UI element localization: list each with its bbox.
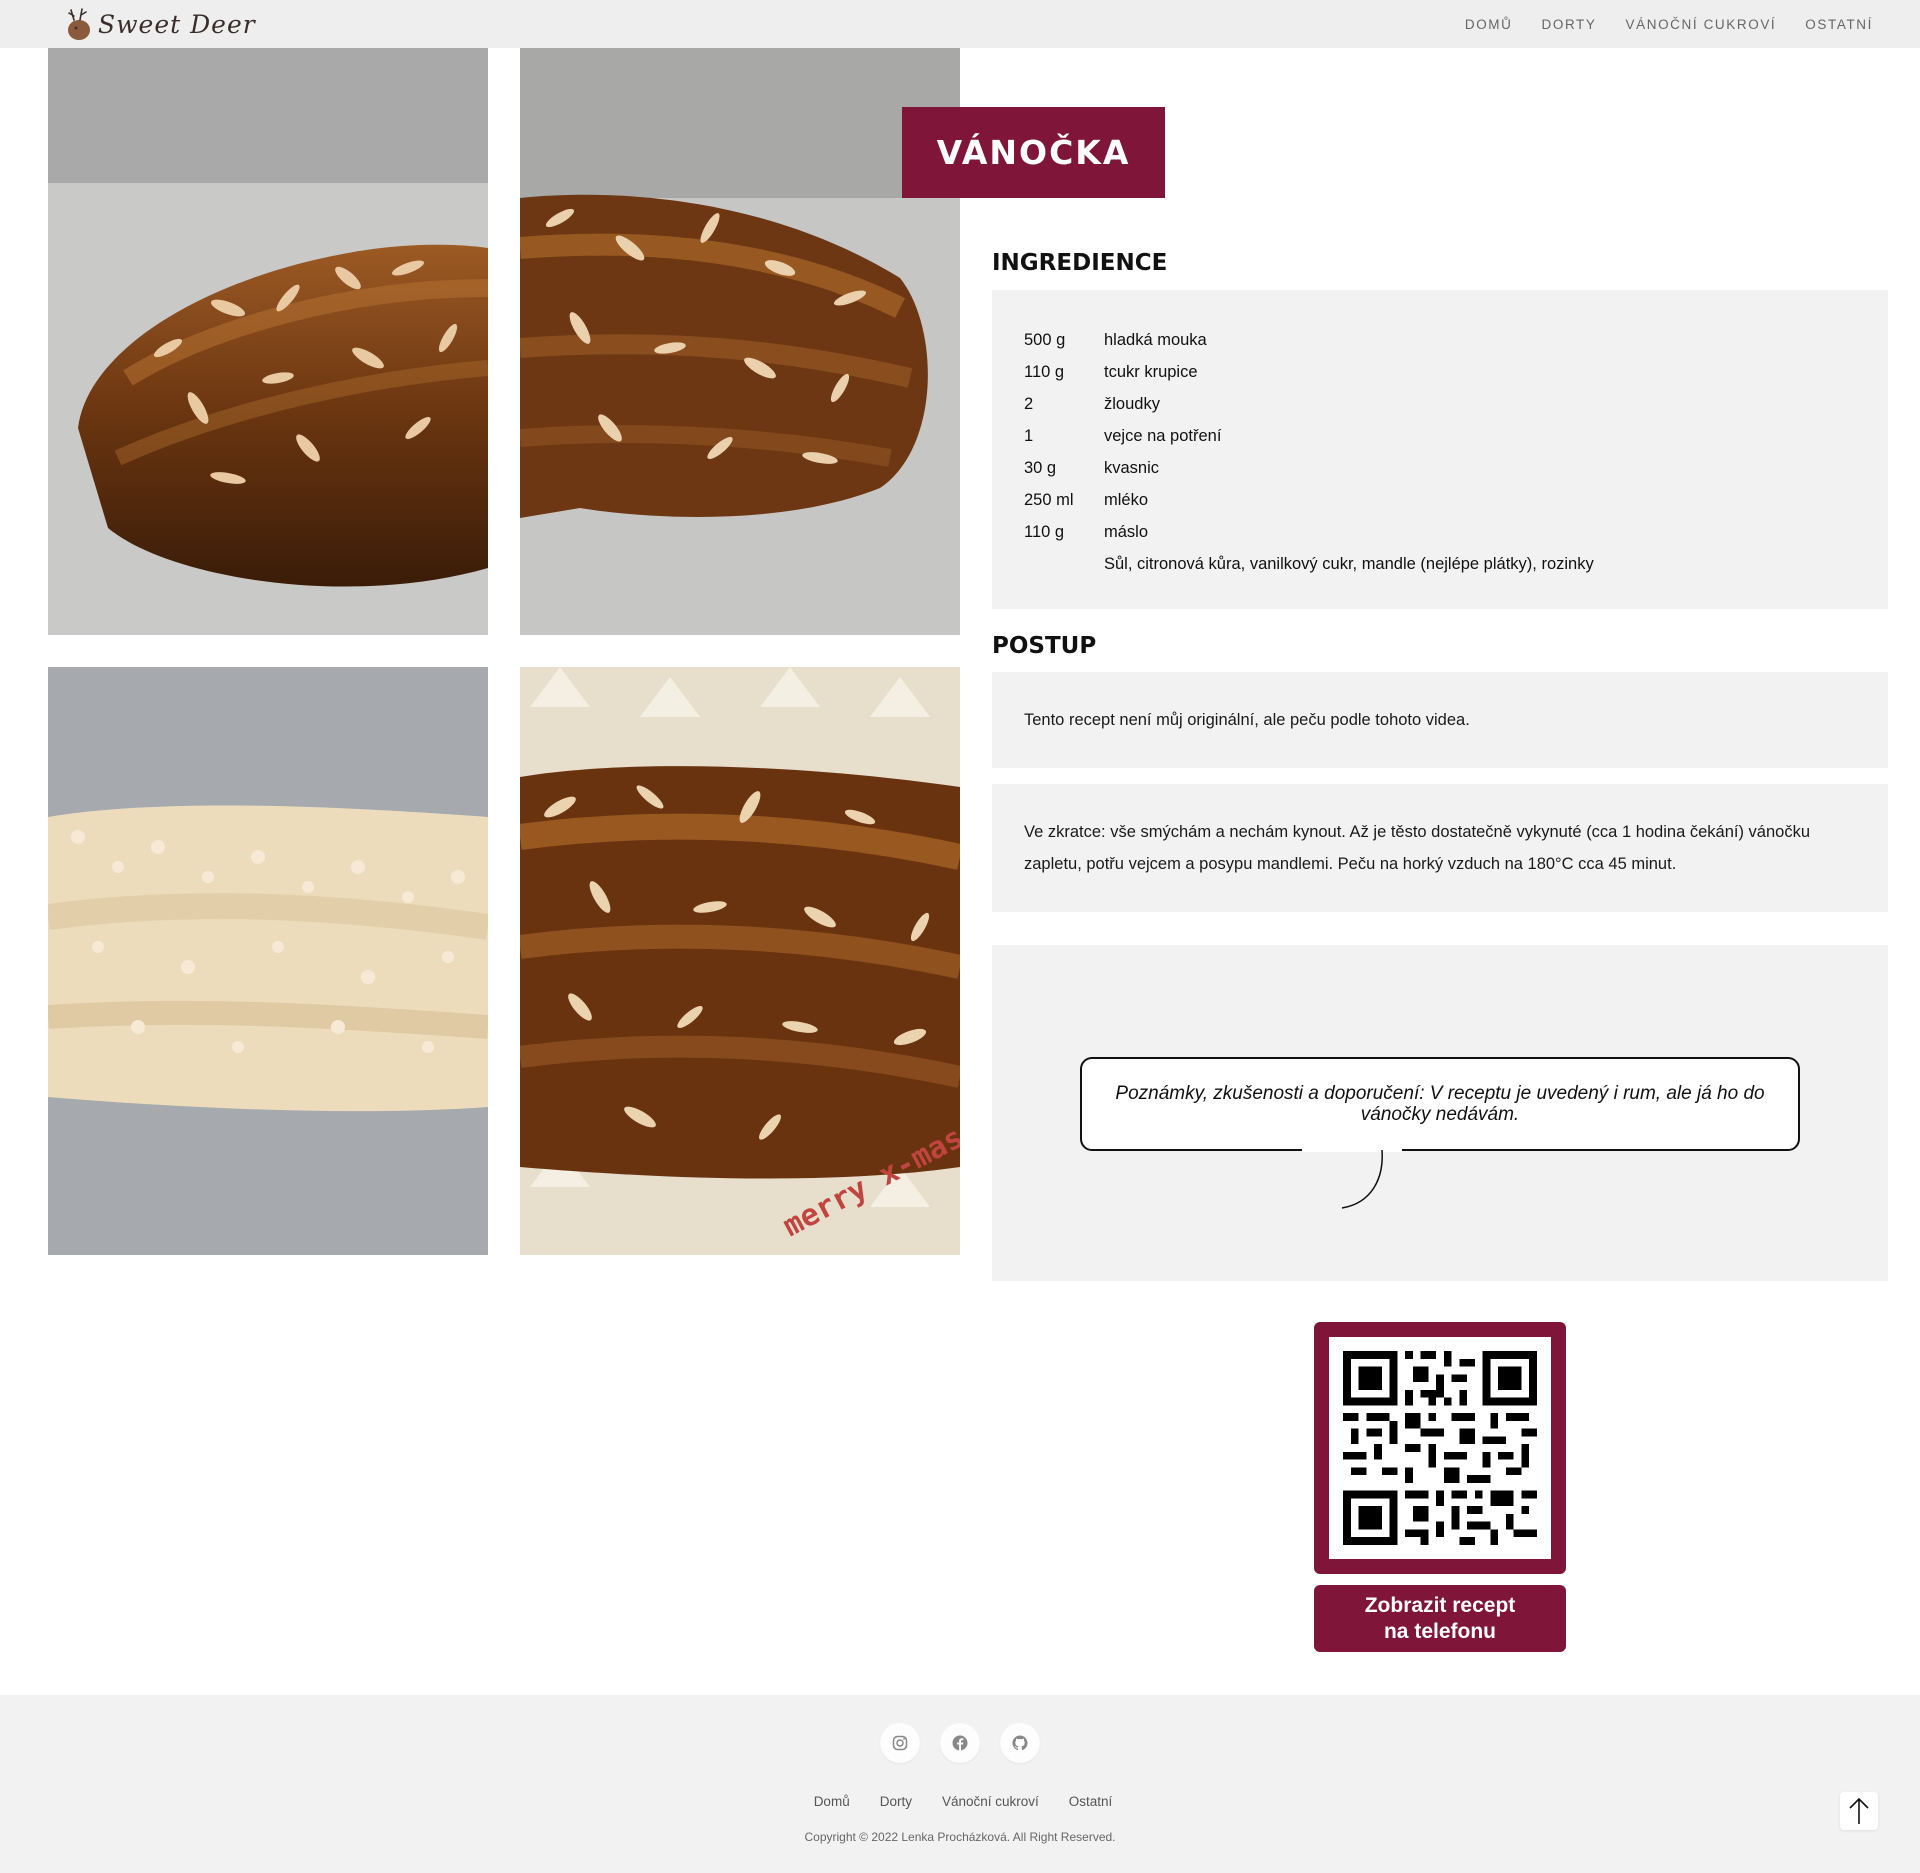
notes-speech-bubble: Poznámky, zkušenosti a doporučení: V rec…	[1080, 1057, 1800, 1151]
social-links	[880, 1723, 1040, 1763]
site-footer: Domů Dorty Vánoční cukroví Ostatní Copyr…	[0, 1695, 1920, 1873]
logo-text: Sweet Deer	[98, 9, 256, 39]
site-logo[interactable]: Sweet Deer	[66, 6, 256, 42]
facebook-icon	[952, 1735, 968, 1751]
procedure-heading: POSTUP	[992, 633, 1097, 659]
ingredient-qty: 30 g	[1024, 458, 1057, 477]
ingredient-qty: 110 g	[1024, 362, 1065, 381]
footer-link-domu[interactable]: Domů	[814, 1794, 850, 1809]
notes-panel: Poznámky, zkušenosti a doporučení: V rec…	[992, 945, 1888, 1281]
copyright-text: Copyright © 2022 Lenka Procházková. All …	[804, 1830, 1116, 1844]
ingredient-name: Sůl, citronová kůra, vanilkový cukr, man…	[1104, 554, 1594, 573]
nav-link-vanocni-cukrovi[interactable]: VÁNOČNÍ CUKROVÍ	[1626, 17, 1777, 32]
recipe-photo-1	[48, 48, 488, 635]
procedure-text: Ve zkratce: vše smýchám a nechám kynout.…	[1024, 823, 1810, 873]
facebook-button[interactable]	[940, 1723, 980, 1763]
ingredient-row: 30 g kvasnic	[1024, 452, 1888, 484]
footer-link-vanocni-cukrovi[interactable]: Vánoční cukroví	[942, 1794, 1039, 1809]
ingredients-heading: INGREDIENCE	[992, 250, 1168, 276]
qr-code	[1329, 1337, 1551, 1559]
github-icon	[1012, 1735, 1028, 1751]
recipe-title: VÁNOČKA	[936, 133, 1131, 172]
nav-link-domu[interactable]: DOMŮ	[1465, 17, 1513, 32]
qr-code-icon	[1343, 1351, 1537, 1545]
ingredient-qty: 1	[1024, 426, 1034, 445]
speech-tail-icon	[1302, 1148, 1402, 1209]
ingredient-row: 110 g máslo	[1024, 516, 1888, 548]
ingredient-row: 110 g tcukr krupice	[1024, 356, 1888, 388]
ingredient-name: kvasnic	[1104, 458, 1160, 477]
recipe-title-badge: VÁNOČKA	[902, 107, 1165, 198]
ingredient-row: 2 žloudky	[1024, 388, 1888, 420]
notes-text: Poznámky, zkušenosti a doporučení: V rec…	[1115, 1083, 1765, 1125]
footer-link-ostatni[interactable]: Ostatní	[1069, 1794, 1113, 1809]
qr-button-label: Zobrazit recept na telefonu	[1364, 1593, 1516, 1643]
github-button[interactable]	[1000, 1723, 1040, 1763]
ingredient-name: vejce na potření	[1104, 426, 1222, 445]
site-header: Sweet Deer DOMŮ DORTY VÁNOČNÍ CUKROVÍ OS…	[0, 0, 1920, 48]
recipe-photo-2	[520, 48, 960, 635]
recipe-photo-3	[48, 667, 488, 1255]
ingredient-name: mléko	[1104, 490, 1149, 509]
procedure-intro: Tento recept není můj originální, ale pe…	[1024, 710, 1470, 729]
recipe-photo-4: merry x-mas	[520, 667, 960, 1255]
deer-logo-icon	[68, 8, 90, 40]
main-nav: DOMŮ DORTY VÁNOČNÍ CUKROVÍ OSTATNÍ	[1465, 0, 1873, 48]
ingredient-qty: 500 g	[1024, 330, 1066, 349]
show-recipe-on-phone-button[interactable]: Zobrazit recept na telefonu	[1314, 1585, 1566, 1652]
footer-nav: Domů Dorty Vánoční cukroví Ostatní	[0, 1794, 1920, 1809]
procedure-intro-panel: Tento recept není můj originální, ale pe…	[992, 672, 1888, 768]
ingredient-name: máslo	[1104, 522, 1149, 541]
qr-code-frame	[1314, 1322, 1566, 1574]
arrow-up-icon	[1849, 1797, 1869, 1824]
ingredient-name: žloudky	[1104, 394, 1160, 413]
ingredient-qty: 250 ml	[1024, 490, 1074, 509]
ingredient-row: 500 g hladká mouka	[1024, 324, 1888, 356]
nav-link-ostatni[interactable]: OSTATNÍ	[1805, 17, 1873, 32]
nav-link-dorty[interactable]: DORTY	[1542, 17, 1597, 32]
ingredient-name: hladká mouka	[1104, 330, 1207, 349]
back-to-top-button[interactable]	[1840, 1792, 1878, 1830]
ingredient-qty: 2	[1024, 394, 1034, 413]
instagram-icon	[892, 1735, 908, 1751]
ingredient-row: 250 ml mléko	[1024, 484, 1888, 516]
ingredient-name: tcukr krupice	[1104, 362, 1198, 381]
instagram-button[interactable]	[880, 1723, 920, 1763]
procedure-text-panel: Ve zkratce: vše smýchám a nechám kynout.…	[992, 784, 1888, 912]
ingredient-row: Sůl, citronová kůra, vanilkový cukr, man…	[1024, 548, 1888, 580]
ingredient-qty: 110 g	[1024, 522, 1065, 541]
ingredients-panel: 500 g hladká mouka 110 g tcukr krupice 2 žl…	[992, 290, 1888, 609]
footer-link-dorty[interactable]: Dorty	[880, 1794, 912, 1809]
ingredient-row: 1 vejce na potření	[1024, 420, 1888, 452]
